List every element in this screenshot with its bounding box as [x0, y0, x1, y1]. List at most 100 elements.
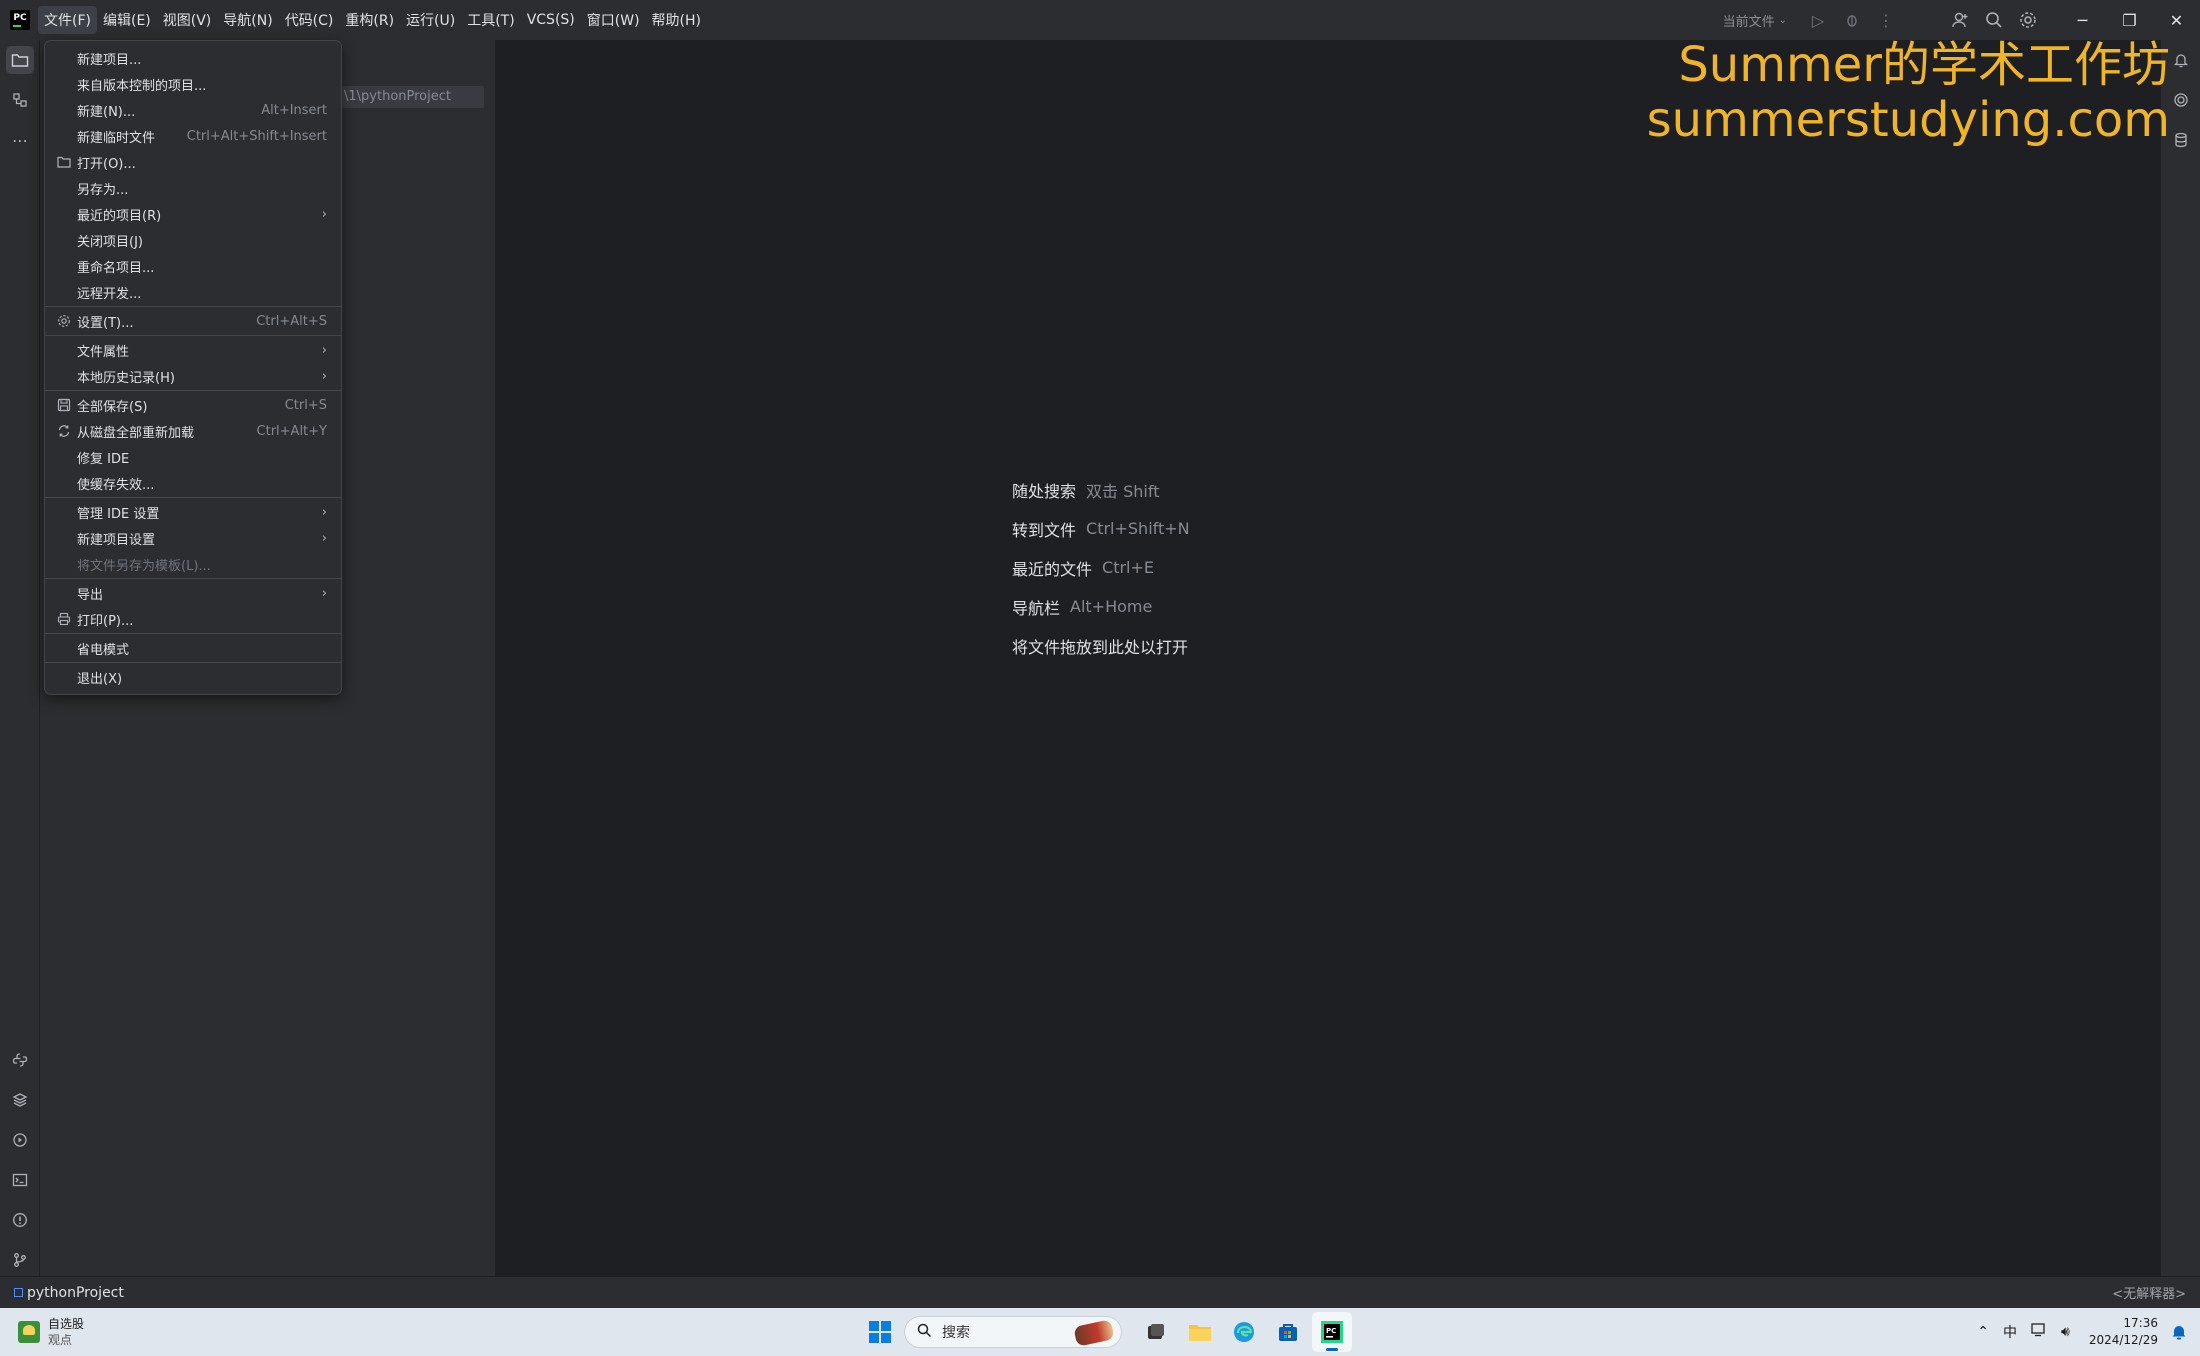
hint-drop-files: 将文件拖放到此处以打开	[1012, 626, 1198, 665]
edge-browser-icon	[1234, 1322, 1254, 1342]
clock[interactable]: 17:36 2024/12/29	[2089, 1315, 2158, 1349]
run-config-selector[interactable]: 当前文件 ⌄	[1723, 11, 1787, 30]
chevron-right-icon: ›	[321, 368, 327, 384]
add-user-icon[interactable]	[1943, 0, 1977, 40]
file-menu-item[interactable]: 管理 IDE 设置 ›	[45, 499, 341, 525]
file-menu-item[interactable]: 文件属性 ›	[45, 337, 341, 363]
pycharm-icon: PC	[1321, 1321, 1343, 1343]
left-tool-strip: ⋯	[0, 40, 40, 1276]
python-console-button[interactable]	[0, 1040, 40, 1080]
file-menu-item[interactable]: 新建项目设置 ›	[45, 525, 341, 551]
menu-vcs[interactable]: VCS(S)	[521, 8, 581, 32]
menu-item-label: 使缓存失效...	[77, 477, 155, 493]
file-menu-item[interactable]: 省电模式	[45, 635, 341, 661]
menu-edit[interactable]: 编辑(E)	[97, 6, 157, 34]
taskbar-app-edge[interactable]	[1224, 1312, 1264, 1352]
menu-code[interactable]: 代码(C)	[279, 6, 340, 34]
network-icon[interactable]	[2031, 1323, 2047, 1341]
chevron-up-icon[interactable]: ⌃	[1977, 1324, 1989, 1340]
pycharm-logo-icon[interactable]: PC	[10, 10, 30, 30]
status-project[interactable]: pythonProject	[14, 1285, 124, 1301]
menu-view[interactable]: 视图(V)	[157, 6, 218, 34]
menu-item-label: 来自版本控制的项目...	[77, 78, 207, 94]
file-menu-item[interactable]: 新建项目...	[45, 45, 341, 71]
taskbar-app-explorer[interactable]	[1180, 1312, 1220, 1352]
menu-refactor[interactable]: 重构(R)	[339, 6, 400, 34]
file-menu-item[interactable]: 新建临时文件 Ctrl+Alt+Shift+Insert	[45, 123, 341, 149]
menu-tools[interactable]: 工具(T)	[461, 6, 520, 34]
file-menu-item[interactable]: 另存为...	[45, 175, 341, 201]
clock-time: 17:36	[2123, 1316, 2158, 1330]
menu-navigate[interactable]: 导航(N)	[217, 6, 278, 34]
menu-item-label: 重命名项目...	[77, 260, 155, 276]
version-control-button[interactable]	[0, 1240, 40, 1280]
hint-shortcut: 双击 Shift	[1086, 481, 1160, 501]
minimize-button[interactable]: ─	[2059, 0, 2106, 40]
menu-item-label: 管理 IDE 设置	[77, 506, 160, 522]
debug-icon[interactable]	[1835, 0, 1869, 40]
interpreter-selector[interactable]: <无解释器>	[2112, 1283, 2186, 1302]
file-menu-item[interactable]: 打印(P)...	[45, 606, 341, 632]
file-menu-item[interactable]: 关闭项目(J)	[45, 227, 341, 253]
hint-shortcut: Ctrl+E	[1102, 558, 1154, 577]
menu-file[interactable]: 文件(F)	[38, 6, 97, 34]
problems-button[interactable]	[0, 1200, 40, 1240]
chevron-right-icon: ›	[321, 530, 327, 546]
file-menu-item[interactable]: 新建(N)... Alt+Insert	[45, 97, 341, 123]
terminal-button[interactable]	[0, 1160, 40, 1200]
hint-navigation-bar: 导航栏 Alt+Home	[1012, 587, 1198, 626]
hint-label: 最近的文件	[1012, 559, 1093, 579]
python-packages-button[interactable]	[0, 1080, 40, 1120]
menu-item-label: 打印(P)...	[77, 613, 134, 629]
file-menu-item[interactable]: 本地历史记录(H) ›	[45, 363, 341, 389]
hint-label: 随处搜索	[1012, 481, 1077, 501]
chevron-right-icon: ›	[321, 585, 327, 601]
notification-bell-icon[interactable]	[2168, 1321, 2190, 1343]
menu-item-label: 文件属性	[77, 344, 130, 360]
menu-window[interactable]: 窗口(W)	[581, 6, 646, 34]
more-actions-icon[interactable]: ⋮	[1869, 0, 1903, 40]
ime-indicator[interactable]: 中	[2003, 1322, 2017, 1342]
project-path-label[interactable]: \1\pythonProject	[340, 86, 484, 108]
file-menu-item[interactable]: 设置(T)... Ctrl+Alt+S	[45, 308, 341, 334]
taskbar-app-task-view[interactable]	[1136, 1312, 1176, 1352]
gear-icon[interactable]	[2011, 0, 2045, 40]
file-menu-item[interactable]: 退出(X)	[45, 664, 341, 690]
widget-subtitle: 观点	[48, 1333, 73, 1347]
menu-item-shortcut: Ctrl+Alt+S	[256, 313, 327, 329]
menu-help[interactable]: 帮助(H)	[646, 6, 707, 34]
project-tool-button[interactable]	[0, 40, 40, 80]
restore-button[interactable]: ❐	[2106, 0, 2153, 40]
taskbar-widget[interactable]: 自选股 观点	[18, 1316, 84, 1348]
hint-shortcut: Ctrl+Shift+N	[1086, 519, 1190, 538]
store-icon	[1279, 1324, 1297, 1341]
file-menu-item[interactable]: 重命名项目...	[45, 253, 341, 279]
close-button[interactable]: ✕	[2153, 0, 2200, 40]
file-menu-item[interactable]: 修复 IDE	[45, 444, 341, 470]
taskbar-app-store[interactable]	[1268, 1312, 1308, 1352]
taskbar-search[interactable]: 搜索	[904, 1316, 1122, 1348]
file-menu-item[interactable]: 导出 ›	[45, 580, 341, 606]
file-menu-item[interactable]: 打开(O)...	[45, 149, 341, 175]
services-button[interactable]	[0, 1120, 40, 1160]
search-icon[interactable]	[1977, 0, 2011, 40]
run-icon[interactable]: ▷	[1801, 0, 1835, 40]
status-bar: pythonProject <无解释器>	[0, 1276, 2200, 1308]
file-menu-item[interactable]: 从磁盘全部重新加载 Ctrl+Alt+Y	[45, 418, 341, 444]
menu-run[interactable]: 运行(U)	[400, 6, 461, 34]
file-menu-item[interactable]: 最近的项目(R) ›	[45, 201, 341, 227]
taskbar-app-pycharm[interactable]: PC	[1312, 1312, 1352, 1352]
file-menu-item[interactable]: 全部保存(S) Ctrl+S	[45, 392, 341, 418]
menu-bar: 文件(F) 编辑(E) 视图(V) 导航(N) 代码(C) 重构(R) 运行(U…	[38, 0, 707, 40]
volume-icon[interactable]: 🔊︎	[2061, 1324, 2070, 1340]
start-button[interactable]	[862, 1314, 898, 1350]
editor-area[interactable]	[497, 40, 2159, 1276]
menu-item-label: 关闭项目(J)	[77, 234, 143, 250]
more-tools-button[interactable]: ⋯	[0, 120, 40, 160]
file-menu-item[interactable]: 来自版本控制的项目...	[45, 71, 341, 97]
structure-tool-button[interactable]	[0, 80, 40, 120]
menu-item-label: 从磁盘全部重新加载	[77, 425, 195, 441]
file-menu-item[interactable]: 使缓存失效...	[45, 470, 341, 496]
task-view-icon	[1148, 1324, 1164, 1339]
file-menu-item[interactable]: 远程开发...	[45, 279, 341, 305]
